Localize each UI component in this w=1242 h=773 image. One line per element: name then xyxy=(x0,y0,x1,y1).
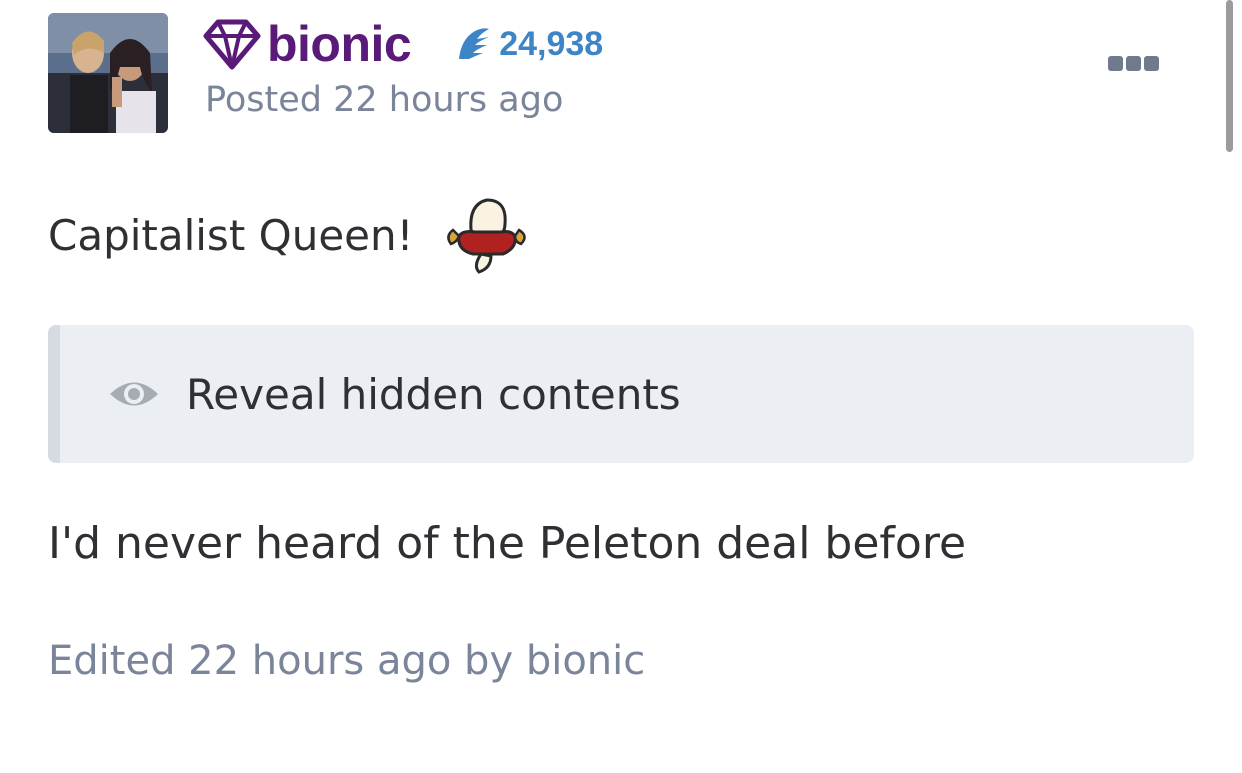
more-dot xyxy=(1144,56,1159,71)
edited-note: Edited 22 hours ago by bionic xyxy=(48,638,646,684)
post-body-line1: Capitalist Queen! xyxy=(48,188,531,283)
scrollbar[interactable] xyxy=(1226,0,1233,152)
spoiler-accent-bar xyxy=(48,325,60,463)
post-text: Capitalist Queen! xyxy=(48,211,414,260)
author-line: bionic 24,938 xyxy=(203,14,603,74)
posted-time: Posted 22 hours ago xyxy=(205,80,564,120)
reputation: 24,938 xyxy=(455,25,603,64)
eye-icon xyxy=(108,377,160,411)
more-dot xyxy=(1126,56,1141,71)
forum-post: bionic 24,938 Posted 22 hours ago Capita… xyxy=(0,0,1242,773)
diamond-icon xyxy=(203,18,261,70)
wave-icon xyxy=(455,25,493,63)
spoiler-label: Reveal hidden contents xyxy=(186,369,681,419)
avatar[interactable] xyxy=(48,13,168,133)
author-name[interactable]: bionic xyxy=(267,15,412,73)
spoiler-content: Reveal hidden contents xyxy=(108,325,681,463)
reveal-hidden-contents[interactable]: Reveal hidden contents xyxy=(48,325,1194,463)
post-body-line2: I'd never heard of the Peleton deal befo… xyxy=(48,518,967,569)
emoji-icon xyxy=(439,190,531,282)
more-dot xyxy=(1108,56,1123,71)
more-options-icon[interactable] xyxy=(1108,56,1160,74)
reputation-count: 24,938 xyxy=(499,24,604,63)
